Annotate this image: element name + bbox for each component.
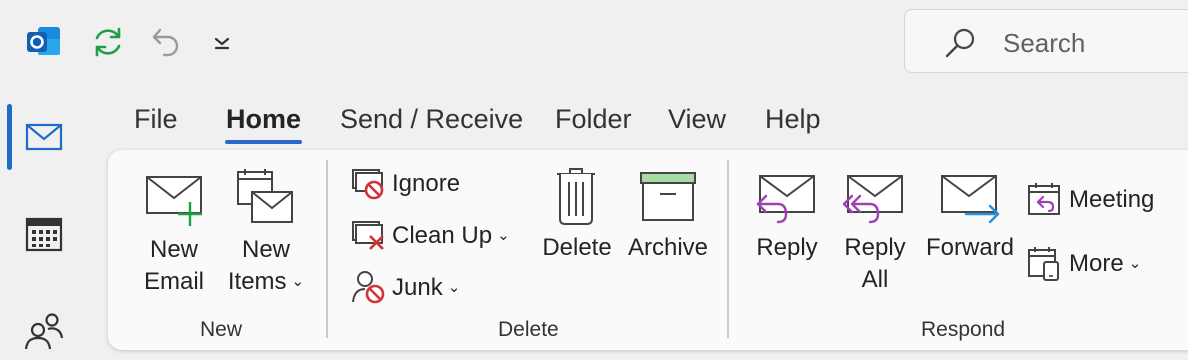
new-items-label-line1: New — [241, 236, 290, 263]
trash-icon — [557, 168, 595, 225]
more-text: More — [1069, 250, 1124, 277]
tab-home[interactable]: Home — [226, 104, 301, 135]
meeting-icon — [1028, 183, 1060, 215]
search-placeholder: Search — [1003, 28, 1086, 58]
outlook-icon[interactable] — [22, 20, 66, 64]
tab-send-receive[interactable]: Send / Receive — [340, 104, 523, 135]
reply-all-label-line1: Reply — [844, 234, 906, 261]
junk-button[interactable]: Junk ⌄ — [350, 270, 470, 306]
delete-button[interactable]: Delete — [538, 166, 616, 276]
clean-up-button[interactable]: Clean Up ⌄ — [350, 218, 520, 254]
tab-help[interactable]: Help — [765, 104, 821, 135]
new-items-button[interactable]: New Items ⌄ — [224, 168, 310, 318]
reply-icon — [756, 175, 815, 224]
customize-quick-access-button[interactable] — [200, 20, 244, 64]
people-icon[interactable] — [22, 308, 66, 352]
reply-all-icon — [842, 175, 903, 224]
mail-icon[interactable] — [22, 115, 66, 159]
archive-label: Archive — [627, 234, 709, 261]
clean-up-icon — [352, 221, 384, 250]
chevron-down-icon: ⌄ — [497, 227, 510, 244]
delete-label: Delete — [542, 234, 612, 261]
new-items-text: Items — [227, 268, 287, 295]
ignore-label: Ignore — [392, 170, 461, 197]
chevron-down-icon — [214, 37, 230, 50]
tab-view[interactable]: View — [668, 104, 726, 135]
ignore-icon — [352, 169, 384, 200]
group-separator — [727, 160, 729, 338]
more-respond-icon — [1028, 247, 1059, 281]
junk-text: Junk — [392, 274, 443, 301]
archive-button[interactable]: Archive — [626, 166, 710, 276]
calendar-icon[interactable] — [22, 212, 66, 256]
more-label: More ⌄ — [1069, 250, 1141, 278]
tab-folder[interactable]: Folder — [555, 104, 632, 135]
undo-icon[interactable] — [144, 20, 188, 64]
new-email-label-line1: New — [149, 236, 198, 263]
sync-icon[interactable] — [86, 20, 130, 64]
chevron-down-icon: ⌄ — [291, 273, 305, 290]
clean-up-label: Clean Up ⌄ — [392, 222, 510, 250]
new-email-label-line2: Email — [143, 268, 204, 295]
group-label-new: New — [200, 318, 243, 341]
tab-file[interactable]: File — [134, 104, 178, 135]
active-rail-indicator — [7, 104, 12, 170]
reply-label: Reply — [756, 234, 818, 261]
new-items-label-line2: Items ⌄ — [224, 266, 308, 301]
group-separator — [326, 160, 328, 338]
clean-up-text: Clean Up — [392, 222, 493, 249]
new-email-icon — [146, 176, 202, 226]
search-icon — [943, 26, 977, 60]
group-label-delete: Delete — [498, 318, 559, 341]
ignore-button[interactable]: Ignore — [350, 166, 480, 202]
new-items-icon — [237, 169, 293, 223]
archive-icon — [640, 172, 696, 221]
reply-all-label-line2: All — [861, 266, 889, 293]
new-email-button[interactable]: New Email — [136, 168, 216, 318]
chevron-down-icon: ⌄ — [1128, 255, 1142, 272]
reply-all-button[interactable]: Reply All — [836, 166, 914, 296]
forward-label: Forward — [925, 234, 1015, 261]
forward-button[interactable]: Forward — [924, 166, 1016, 276]
meeting-button[interactable]: Meeting — [1026, 180, 1166, 220]
junk-label: Junk ⌄ — [392, 274, 460, 302]
meeting-label: Meeting — [1069, 186, 1155, 213]
group-label-respond: Respond — [921, 318, 1006, 341]
forward-icon — [941, 175, 1000, 224]
junk-icon — [352, 271, 385, 304]
search-box[interactable]: Search — [904, 9, 1188, 73]
more-respond-button[interactable]: More ⌄ — [1026, 244, 1156, 284]
active-tab-indicator — [225, 140, 302, 144]
chevron-down-icon: ⌄ — [447, 279, 461, 296]
reply-button[interactable]: Reply — [748, 166, 826, 276]
